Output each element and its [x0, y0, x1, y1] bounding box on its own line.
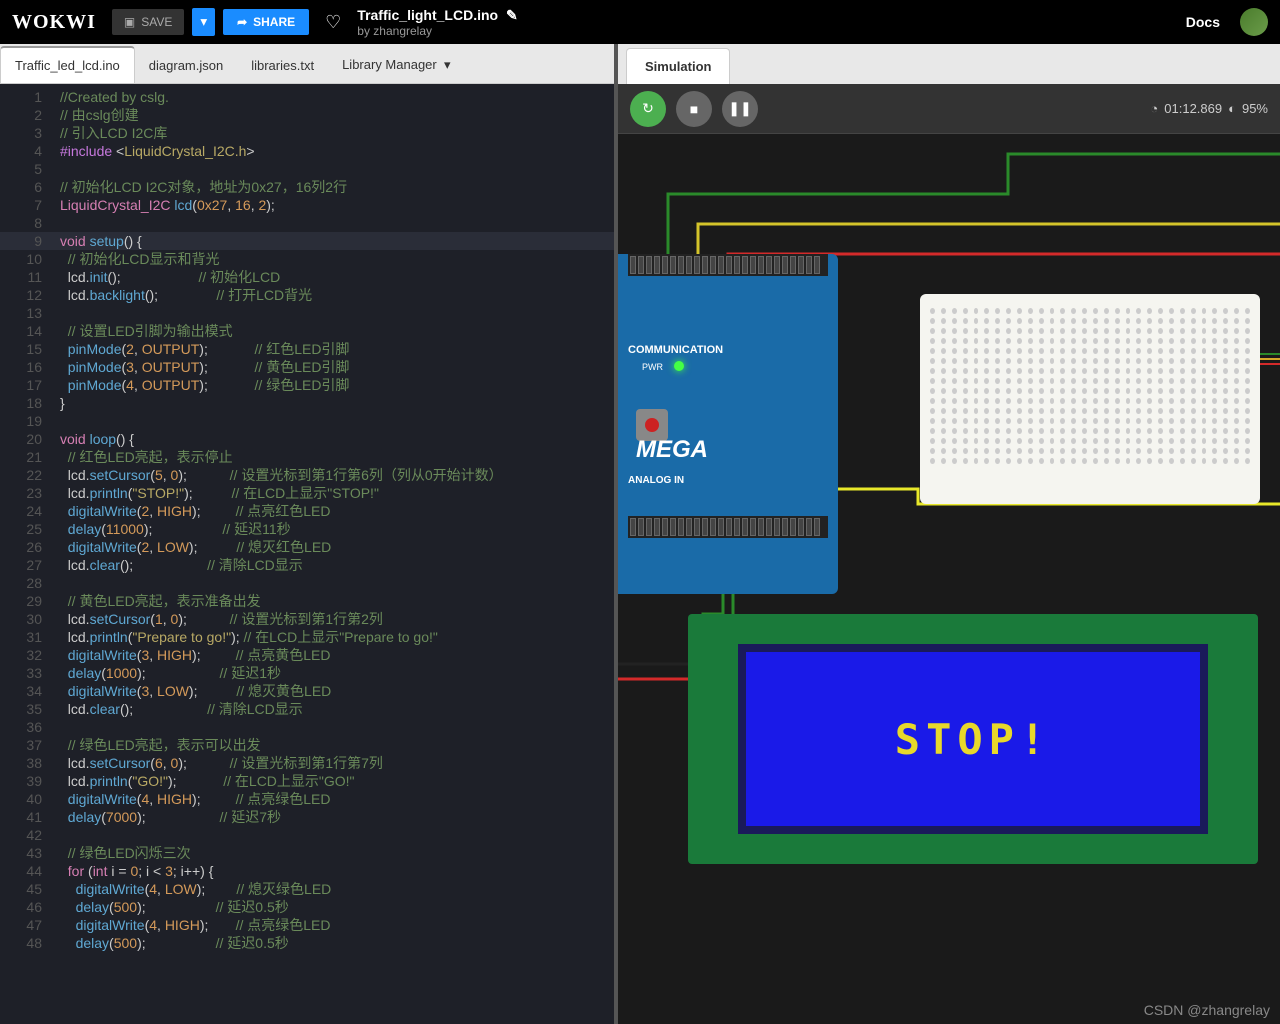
project-title: Traffic_light_LCD.ino ✎	[357, 7, 517, 24]
code-editor[interactable]: 1//Created by cslg.2// 由cslg创建3// 引入LCD …	[0, 84, 614, 1024]
tab-library-manager[interactable]: Library Manager ▾	[328, 47, 464, 83]
breadboard[interactable]	[920, 294, 1260, 504]
power-led	[674, 361, 684, 371]
lcd-screen: STOP!	[738, 644, 1208, 834]
top-bar: WOKWI ▣ SAVE ▾ ➦ SHARE ♡ Traffic_light_L…	[0, 0, 1280, 44]
pause-icon: ❚❚	[728, 100, 751, 117]
heart-icon[interactable]: ♡	[325, 12, 341, 33]
pause-button[interactable]: ❚❚	[722, 91, 758, 127]
lcd-text: STOP!	[895, 715, 1051, 764]
logo[interactable]: WOKWI	[12, 11, 96, 34]
tab-diagram[interactable]: diagram.json	[135, 48, 237, 83]
sim-toolbar: ↻ ■ ❚❚ ◔ 01:12.869 ◐ 95%	[618, 84, 1280, 134]
stop-icon: ■	[690, 101, 698, 117]
lcd-module[interactable]: STOP!	[688, 614, 1258, 864]
editor-tabs: Traffic_led_lcd.ino diagram.json librari…	[0, 44, 614, 84]
save-icon: ▣	[124, 15, 135, 29]
analog-label: ANALOG IN	[628, 475, 684, 486]
sim-perf: 95%	[1242, 101, 1268, 116]
gauge-icon: ◐	[1228, 101, 1236, 116]
mega-label: MEGA	[636, 436, 708, 464]
editor-pane: Traffic_led_lcd.ino diagram.json librari…	[0, 44, 614, 1024]
stop-button[interactable]: ■	[676, 91, 712, 127]
restart-icon: ↻	[642, 100, 654, 117]
tab-simulation[interactable]: Simulation	[626, 48, 730, 84]
project-info: Traffic_light_LCD.ino ✎ by zhangrelay	[357, 7, 517, 38]
arduino-comm-label: COMMUNICATION	[628, 344, 723, 356]
sim-time: 01:12.869	[1164, 101, 1222, 116]
watermark: CSDN @zhangrelay	[1144, 1002, 1270, 1018]
chevron-down-icon: ▾	[444, 57, 451, 72]
share-button[interactable]: ➦ SHARE	[223, 9, 309, 35]
sim-stats: ◔ 01:12.869 ◐ 95%	[1150, 101, 1268, 116]
share-label: SHARE	[253, 15, 295, 29]
docs-link[interactable]: Docs	[1186, 14, 1220, 30]
save-label: SAVE	[141, 15, 172, 29]
sim-tabs: Simulation	[618, 44, 1280, 84]
restart-button[interactable]: ↻	[630, 91, 666, 127]
arduino-board[interactable]: COMMUNICATION PWR MEGA ANALOG IN	[618, 254, 838, 594]
edit-icon[interactable]: ✎	[506, 7, 518, 23]
save-button[interactable]: ▣ SAVE	[112, 9, 184, 35]
sim-canvas[interactable]: COMMUNICATION PWR MEGA ANALOG IN 1 GND V…	[618, 134, 1280, 1024]
chevron-down-icon: ▾	[200, 14, 207, 29]
project-author: by zhangrelay	[357, 24, 517, 38]
avatar[interactable]	[1240, 8, 1268, 36]
arduino-pwr-label: PWR	[642, 362, 663, 372]
tab-sketch[interactable]: Traffic_led_lcd.ino	[0, 46, 135, 83]
simulation-pane: Simulation ↻ ■ ❚❚ ◔ 01:12.869 ◐ 95%	[614, 44, 1280, 1024]
share-icon: ➦	[237, 15, 247, 29]
save-dropdown[interactable]: ▾	[192, 8, 215, 36]
stopwatch-icon: ◔	[1150, 101, 1158, 116]
tab-libraries[interactable]: libraries.txt	[237, 48, 328, 83]
